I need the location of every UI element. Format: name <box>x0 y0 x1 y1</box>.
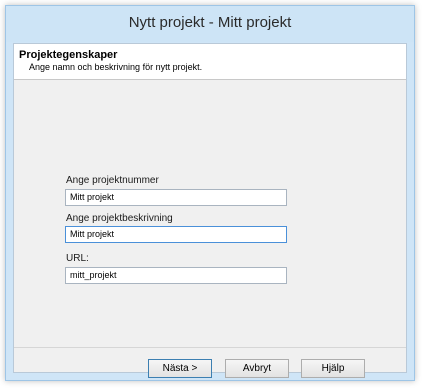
wizard-title: Projektegenskaper <box>19 49 118 61</box>
wizard-header: Projektegenskaper Ange namn och beskrivn… <box>14 44 406 80</box>
title-bar[interactable]: Nytt projekt - Mitt projekt <box>6 6 414 42</box>
project-description-input[interactable]: Mitt projekt <box>65 226 287 243</box>
dialog-body: Projektegenskaper Ange namn och beskrivn… <box>13 43 407 378</box>
next-button[interactable]: Nästa > <box>148 359 212 378</box>
footer-divider <box>14 347 406 348</box>
project-number-input[interactable]: Mitt projekt <box>65 189 287 206</box>
dialog-window: Nytt projekt - Mitt projekt Projektegens… <box>5 5 415 381</box>
window-title: Nytt projekt - Mitt projekt <box>128 14 292 31</box>
cancel-button[interactable]: Avbryt <box>225 359 289 378</box>
project-description-label: Ange projektbeskrivning <box>66 213 173 224</box>
wizard-subtitle: Ange namn och beskrivning för nytt proje… <box>29 62 203 72</box>
url-input[interactable]: mitt_projekt <box>65 267 287 284</box>
help-button[interactable]: Hjälp <box>301 359 365 378</box>
url-label: URL: <box>66 253 89 264</box>
project-number-label: Ange projektnummer <box>66 175 159 186</box>
